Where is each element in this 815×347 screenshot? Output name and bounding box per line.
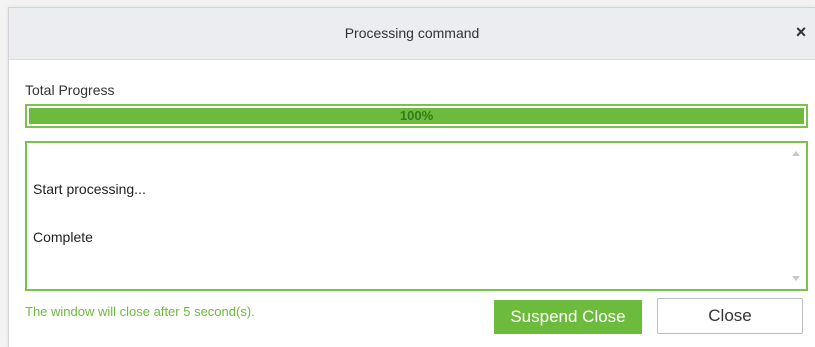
progress-bar: 100%	[25, 104, 808, 128]
log-line: Complete	[33, 229, 93, 245]
close-button[interactable]: Close	[657, 298, 803, 334]
dialog-title: Processing command	[344, 25, 480, 41]
suspend-close-button[interactable]: Suspend Close	[494, 300, 642, 334]
log-text: Start processing... Complete	[33, 149, 146, 277]
log-scrollbar[interactable]	[788, 143, 806, 289]
auto-close-countdown: The window will close after 5 second(s).	[25, 304, 255, 319]
scroll-down-arrow-icon[interactable]	[792, 276, 800, 281]
progress-percent-text: 100%	[399, 108, 434, 123]
close-icon[interactable]: ×	[793, 22, 809, 42]
log-output[interactable]: Start processing... Complete	[25, 141, 808, 291]
progress-track: 100%	[29, 108, 804, 124]
processing-dialog: Processing command × Total Progress 100%…	[8, 7, 815, 347]
log-line: Start processing...	[33, 181, 146, 197]
dialog-titlebar: Processing command ×	[9, 8, 815, 60]
progress-label: Total Progress	[25, 82, 115, 98]
scroll-up-arrow-icon[interactable]	[792, 151, 800, 156]
